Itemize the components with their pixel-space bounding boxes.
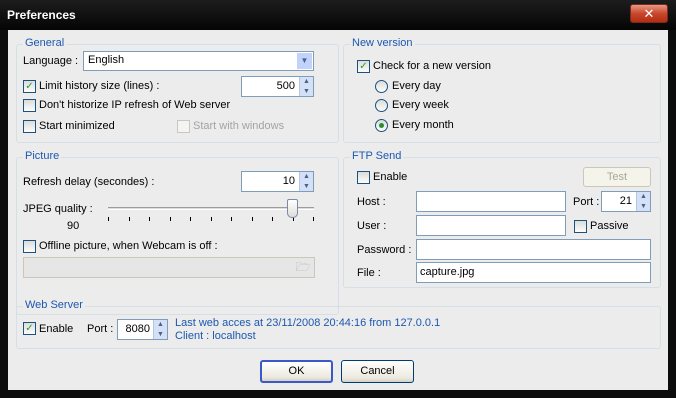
radio-every-week-label: Every week — [392, 99, 449, 111]
new-version-group: New version — [343, 37, 661, 143]
offline-picture-label: Offline picture, when Webcam is off : — [39, 240, 218, 252]
ftp-passive-label: Passive — [590, 220, 629, 232]
ftp-host-field[interactable] — [416, 191, 566, 212]
slider-tick — [149, 217, 150, 221]
spin-up-icon[interactable]: ▲ — [637, 192, 650, 202]
web-last-access-text: Last web acces at 23/11/2008 20:44:16 fr… — [175, 317, 441, 329]
radio-every-week[interactable] — [375, 99, 388, 112]
check-new-version-checkbox[interactable]: ✓ — [357, 60, 370, 73]
ftp-user-label: User : — [357, 220, 387, 232]
ftp-test-button[interactable]: Test — [583, 167, 651, 187]
web-client-text: Client : localhost — [175, 330, 256, 342]
web-port-label: Port : — [87, 323, 114, 335]
start-windows-checkbox[interactable] — [177, 120, 190, 133]
jpeg-quality-slider-thumb[interactable] — [287, 199, 298, 218]
limit-history-spinner[interactable]: ▲ ▼ — [299, 77, 313, 96]
ftp-user-field[interactable] — [416, 215, 566, 236]
refresh-delay-label: Refresh delay (secondes) : — [23, 176, 155, 188]
refresh-delay-field[interactable]: 10 ▲ ▼ — [241, 171, 314, 192]
radio-every-month[interactable] — [375, 119, 388, 132]
web-server-group-title: Web Server — [23, 299, 85, 311]
slider-tick — [211, 217, 212, 221]
ftp-enable-checkbox[interactable] — [357, 171, 370, 184]
picture-group-title: Picture — [23, 150, 62, 162]
slider-tick — [272, 217, 273, 221]
web-port-value: 8080 — [125, 323, 150, 335]
limit-history-field[interactable]: 500 ▲ ▼ — [241, 76, 314, 97]
radio-selected-dot — [379, 123, 384, 128]
slider-tick — [252, 217, 253, 221]
spin-down-icon[interactable]: ▼ — [300, 181, 313, 191]
start-minimized-label: Start minimized — [39, 120, 115, 132]
ftp-port-field[interactable]: 21 ▲ ▼ — [601, 191, 651, 212]
close-button[interactable]: ✕ — [630, 4, 668, 23]
ftp-file-field[interactable]: capture.jpg — [416, 262, 651, 283]
language-value: English — [88, 54, 125, 66]
dialog-client-area: General Language : English ▼ ✓ Limit his… — [8, 30, 668, 390]
ftp-port-spinner[interactable]: ▲ ▼ — [636, 192, 650, 211]
web-port-spinner[interactable]: ▲ ▼ — [153, 320, 167, 339]
radio-every-month-label: Every month — [392, 119, 454, 131]
limit-history-value: 500 — [276, 80, 295, 92]
jpeg-quality-label: JPEG quality : — [23, 203, 93, 215]
ftp-send-group-title: FTP Send — [350, 150, 404, 162]
slider-tick — [190, 217, 191, 221]
dont-historize-label: Don't historize IP refresh of Web server — [39, 99, 231, 111]
limit-history-checkbox[interactable]: ✓ — [23, 80, 36, 93]
dont-historize-checkbox[interactable] — [23, 99, 36, 112]
language-label: Language : — [23, 55, 79, 67]
limit-history-label: Limit history size (lines) : — [39, 80, 160, 92]
offline-picture-path-field[interactable]: 🗁 — [23, 257, 315, 278]
spin-down-icon[interactable]: ▼ — [154, 329, 167, 339]
slider-tick — [129, 217, 130, 221]
ftp-port-value: 21 — [619, 195, 632, 207]
language-select[interactable]: English ▼ — [83, 51, 314, 71]
general-group-title: General — [23, 37, 67, 49]
spin-up-icon[interactable]: ▲ — [300, 77, 313, 87]
slider-tick — [170, 217, 171, 221]
radio-every-day[interactable] — [375, 80, 388, 93]
ftp-passive-checkbox[interactable] — [574, 220, 587, 233]
spin-down-icon[interactable]: ▼ — [300, 86, 313, 96]
new-version-group-title: New version — [350, 37, 415, 49]
preferences-window: Preferences ✕ General Language : English… — [0, 0, 676, 398]
refresh-delay-spinner[interactable]: ▲ ▼ — [299, 172, 313, 191]
folder-icon[interactable]: 🗁 — [295, 260, 311, 274]
jpeg-quality-slider-track[interactable] — [108, 207, 314, 210]
ftp-file-label: File : — [357, 267, 381, 279]
web-enable-checkbox[interactable]: ✓ — [23, 322, 36, 335]
ftp-password-field[interactable] — [416, 239, 651, 260]
ftp-host-label: Host : — [357, 196, 386, 208]
radio-every-day-label: Every day — [392, 80, 441, 92]
offline-picture-checkbox[interactable] — [23, 240, 36, 253]
ftp-port-label: Port : — [573, 196, 600, 208]
refresh-delay-value: 10 — [282, 175, 295, 187]
title-bar[interactable]: Preferences ✕ — [0, 0, 676, 30]
slider-tick — [108, 217, 109, 221]
spin-up-icon[interactable]: ▲ — [300, 172, 313, 182]
chevron-down-icon[interactable]: ▼ — [297, 53, 312, 69]
slider-tick — [231, 217, 232, 221]
start-windows-label: Start with windows — [193, 120, 285, 132]
check-new-version-label: Check for a new version — [373, 60, 491, 72]
spin-down-icon[interactable]: ▼ — [637, 201, 650, 211]
jpeg-quality-value: 90 — [67, 220, 80, 232]
ftp-password-label: Password : — [357, 244, 412, 256]
spin-up-icon[interactable]: ▲ — [154, 320, 167, 330]
ftp-file-value: capture.jpg — [420, 266, 475, 278]
cancel-button[interactable]: Cancel — [341, 360, 414, 383]
start-minimized-checkbox[interactable] — [23, 120, 36, 133]
jpeg-quality-slider-ticks — [108, 217, 314, 221]
ftp-enable-label: Enable — [373, 171, 408, 183]
web-port-field[interactable]: 8080 ▲ ▼ — [117, 319, 168, 340]
window-title: Preferences — [7, 8, 76, 22]
ok-button[interactable]: OK — [260, 360, 333, 383]
web-enable-label: Enable — [39, 323, 74, 335]
slider-tick — [313, 217, 314, 221]
